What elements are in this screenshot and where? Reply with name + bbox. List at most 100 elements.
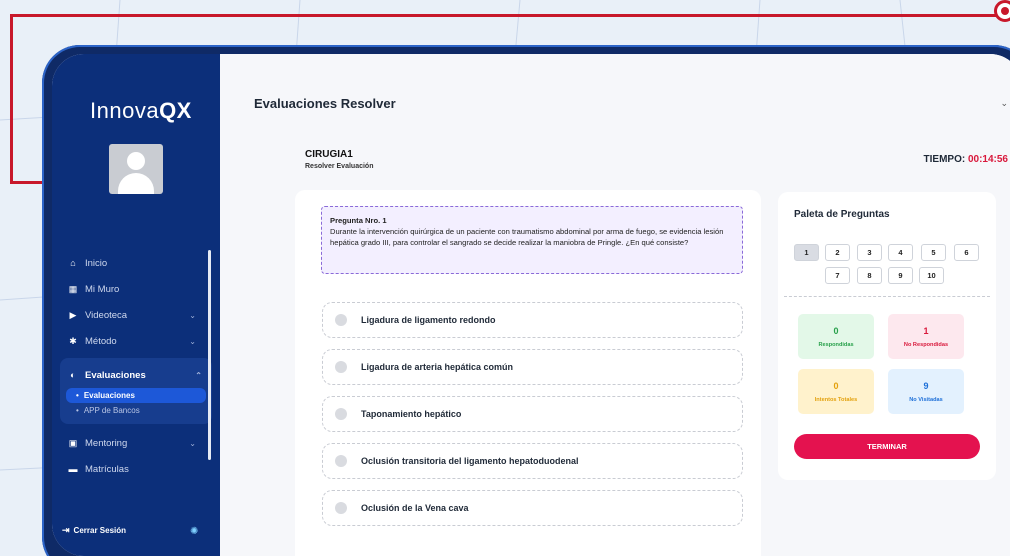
sidebar-scrollbar[interactable]: [208, 250, 211, 460]
stat-label: No Visitadas: [909, 396, 943, 403]
sidebar-item-mentoring[interactable]: ▣ Mentoring ⌄: [52, 430, 220, 456]
finish-button[interactable]: TERMINAR: [794, 434, 980, 459]
chevron-down-icon: ⌄: [189, 310, 196, 320]
timer-value: 00:14:56: [967, 154, 1008, 165]
record-indicator-icon: [994, 0, 1010, 22]
radio-button[interactable]: [335, 408, 347, 420]
stat-no-visitadas: 9 No Visitadas: [888, 369, 964, 414]
stat-value: 0: [833, 380, 839, 391]
chevron-down-icon: ⌄: [189, 438, 196, 448]
question-number: Pregunta Nro. 1: [330, 216, 387, 225]
evaluation-icon: ◐: [70, 370, 76, 380]
logout-button[interactable]: ⇥ Cerrar Sesión: [62, 525, 126, 536]
method-icon: ✱: [69, 335, 77, 346]
sidebar-item-label: Evaluaciones: [85, 369, 146, 381]
answer-option-label: Ligadura de arteria hepática común: [361, 362, 514, 372]
exam-timer: TIEMPO: 00:14:56: [924, 154, 1008, 165]
answer-option[interactable]: Taponamiento hepático: [322, 396, 743, 432]
chevron-down-icon[interactable]: ⌄: [1000, 98, 1008, 109]
logout-icon: ⇥: [62, 525, 70, 535]
answer-option-label: Taponamiento hepático: [361, 409, 462, 419]
grid-icon: ▦: [68, 283, 78, 294]
question-box: Pregunta Nro. 1 Durante la intervención …: [321, 206, 743, 274]
answer-option-label: Ligadura de ligamento redondo: [361, 315, 496, 325]
palette-question-button[interactable]: 4: [888, 244, 913, 261]
palette-question-button[interactable]: 7: [825, 267, 850, 284]
chevron-down-icon: ⌄: [189, 336, 196, 346]
sidebar-item-label: Método: [85, 335, 117, 347]
stat-intentos-totales: 0 Intentos Totales: [798, 369, 874, 414]
settings-icon[interactable]: ✺: [190, 526, 198, 537]
logo-text-bold: QX: [159, 98, 192, 123]
sidebar-item-evaluaciones[interactable]: ◐ Evaluaciones ⌃: [60, 362, 212, 388]
sidebar-item-label: Inicio: [85, 257, 108, 269]
chevron-up-icon: ⌃: [195, 370, 202, 380]
palette-question-button[interactable]: 8: [857, 267, 882, 284]
stat-value: 1: [923, 325, 929, 336]
palette-question-button[interactable]: 6: [954, 244, 979, 261]
palette-question-button[interactable]: 5: [921, 244, 946, 261]
palette-title: Paleta de Preguntas: [794, 209, 890, 220]
timer-label: TIEMPO:: [923, 154, 966, 165]
sidebar: InnovaQX ⌂ Inicio ▦ Mi Muro ▶ Videoteca …: [52, 54, 220, 556]
bullet-icon: •: [76, 406, 79, 415]
exam-subtitle: Resolver Evaluación: [305, 163, 374, 170]
question-card: Pregunta Nro. 1 Durante la intervención …: [295, 190, 761, 556]
answer-option[interactable]: Ligadura de arteria hepática común: [322, 349, 743, 385]
question-text: Durante la intervención quirúrgica de un…: [330, 227, 724, 247]
app-logo[interactable]: InnovaQX: [90, 98, 192, 124]
palette-question-button[interactable]: 9: [888, 267, 913, 284]
stat-label: Respondidas: [818, 341, 854, 348]
palette-question-button[interactable]: 3: [857, 244, 882, 261]
mentoring-icon: ▣: [68, 437, 78, 448]
video-icon: ▶: [69, 309, 77, 320]
sidebar-subitem-app-de-bancos[interactable]: • APP de Bancos: [66, 403, 206, 418]
sidebar-item-label: Matrículas: [85, 463, 129, 475]
logo-text: Innova: [90, 98, 160, 123]
palette-divider: [784, 296, 990, 297]
page-title: Evaluaciones Resolver: [254, 96, 396, 111]
answer-option-label: Oclusión transitoria del ligamento hepat…: [361, 456, 579, 466]
palette-question-button[interactable]: 2: [825, 244, 850, 261]
enrollment-icon: ▬: [68, 464, 78, 474]
sidebar-subitem-label: APP de Bancos: [83, 406, 140, 415]
home-icon: ⌂: [70, 258, 76, 268]
radio-button[interactable]: [335, 361, 347, 373]
answer-option[interactable]: Oclusión transitoria del ligamento hepat…: [322, 443, 743, 479]
answer-option[interactable]: Oclusión de la Vena cava: [322, 490, 743, 526]
avatar-head: [127, 152, 145, 170]
stat-label: Intentos Totales: [814, 396, 858, 403]
question-palette: Paleta de Preguntas 1 2 3 4 5 6 7 8 9 10…: [778, 192, 996, 480]
sidebar-item-label: Mi Muro: [85, 283, 120, 295]
sidebar-item-videoteca[interactable]: ▶ Videoteca ⌄: [52, 302, 220, 328]
stat-value: 9: [923, 380, 929, 391]
sidebar-group-evaluaciones: ◐ Evaluaciones ⌃ • Evaluaciones • APP de…: [60, 358, 212, 424]
stat-respondidas: 0 Respondidas: [798, 314, 874, 359]
main-content: Evaluaciones Resolver ⌄ CIRUGIA1 Resolve…: [220, 54, 1010, 556]
palette-question-button[interactable]: 10: [919, 267, 944, 284]
sidebar-item-mi-muro[interactable]: ▦ Mi Muro: [52, 276, 220, 302]
sidebar-nav: ⌂ Inicio ▦ Mi Muro ▶ Videoteca ⌄ ✱ Métod…: [52, 250, 220, 482]
radio-button[interactable]: [335, 502, 347, 514]
sidebar-item-metodo[interactable]: ✱ Método ⌄: [52, 328, 220, 354]
sidebar-subitem-label: Evaluaciones: [83, 391, 135, 400]
stat-value: 0: [833, 325, 839, 336]
sidebar-subitem-evaluaciones[interactable]: • Evaluaciones: [66, 388, 206, 403]
radio-button[interactable]: [335, 455, 347, 467]
answer-option[interactable]: Ligadura de ligamento redondo: [322, 302, 743, 338]
avatar[interactable]: [109, 144, 163, 194]
sidebar-item-inicio[interactable]: ⌂ Inicio: [52, 250, 220, 276]
sidebar-item-matriculas[interactable]: ▬ Matrículas: [52, 456, 220, 482]
bullet-icon: •: [76, 391, 79, 400]
exam-title: CIRUGIA1: [305, 149, 353, 160]
palette-question-button[interactable]: 1: [794, 244, 819, 261]
sidebar-item-label: Mentoring: [85, 437, 128, 449]
stat-no-respondidas: 1 No Respondidas: [888, 314, 964, 359]
logout-label: Cerrar Sesión: [73, 526, 127, 535]
app-screen: InnovaQX ⌂ Inicio ▦ Mi Muro ▶ Videoteca …: [52, 54, 1010, 556]
answer-option-label: Oclusión de la Vena cava: [361, 503, 469, 513]
radio-button[interactable]: [335, 314, 347, 326]
stat-label: No Respondidas: [903, 341, 949, 348]
sidebar-item-label: Videoteca: [85, 309, 128, 321]
avatar-body: [118, 173, 154, 194]
